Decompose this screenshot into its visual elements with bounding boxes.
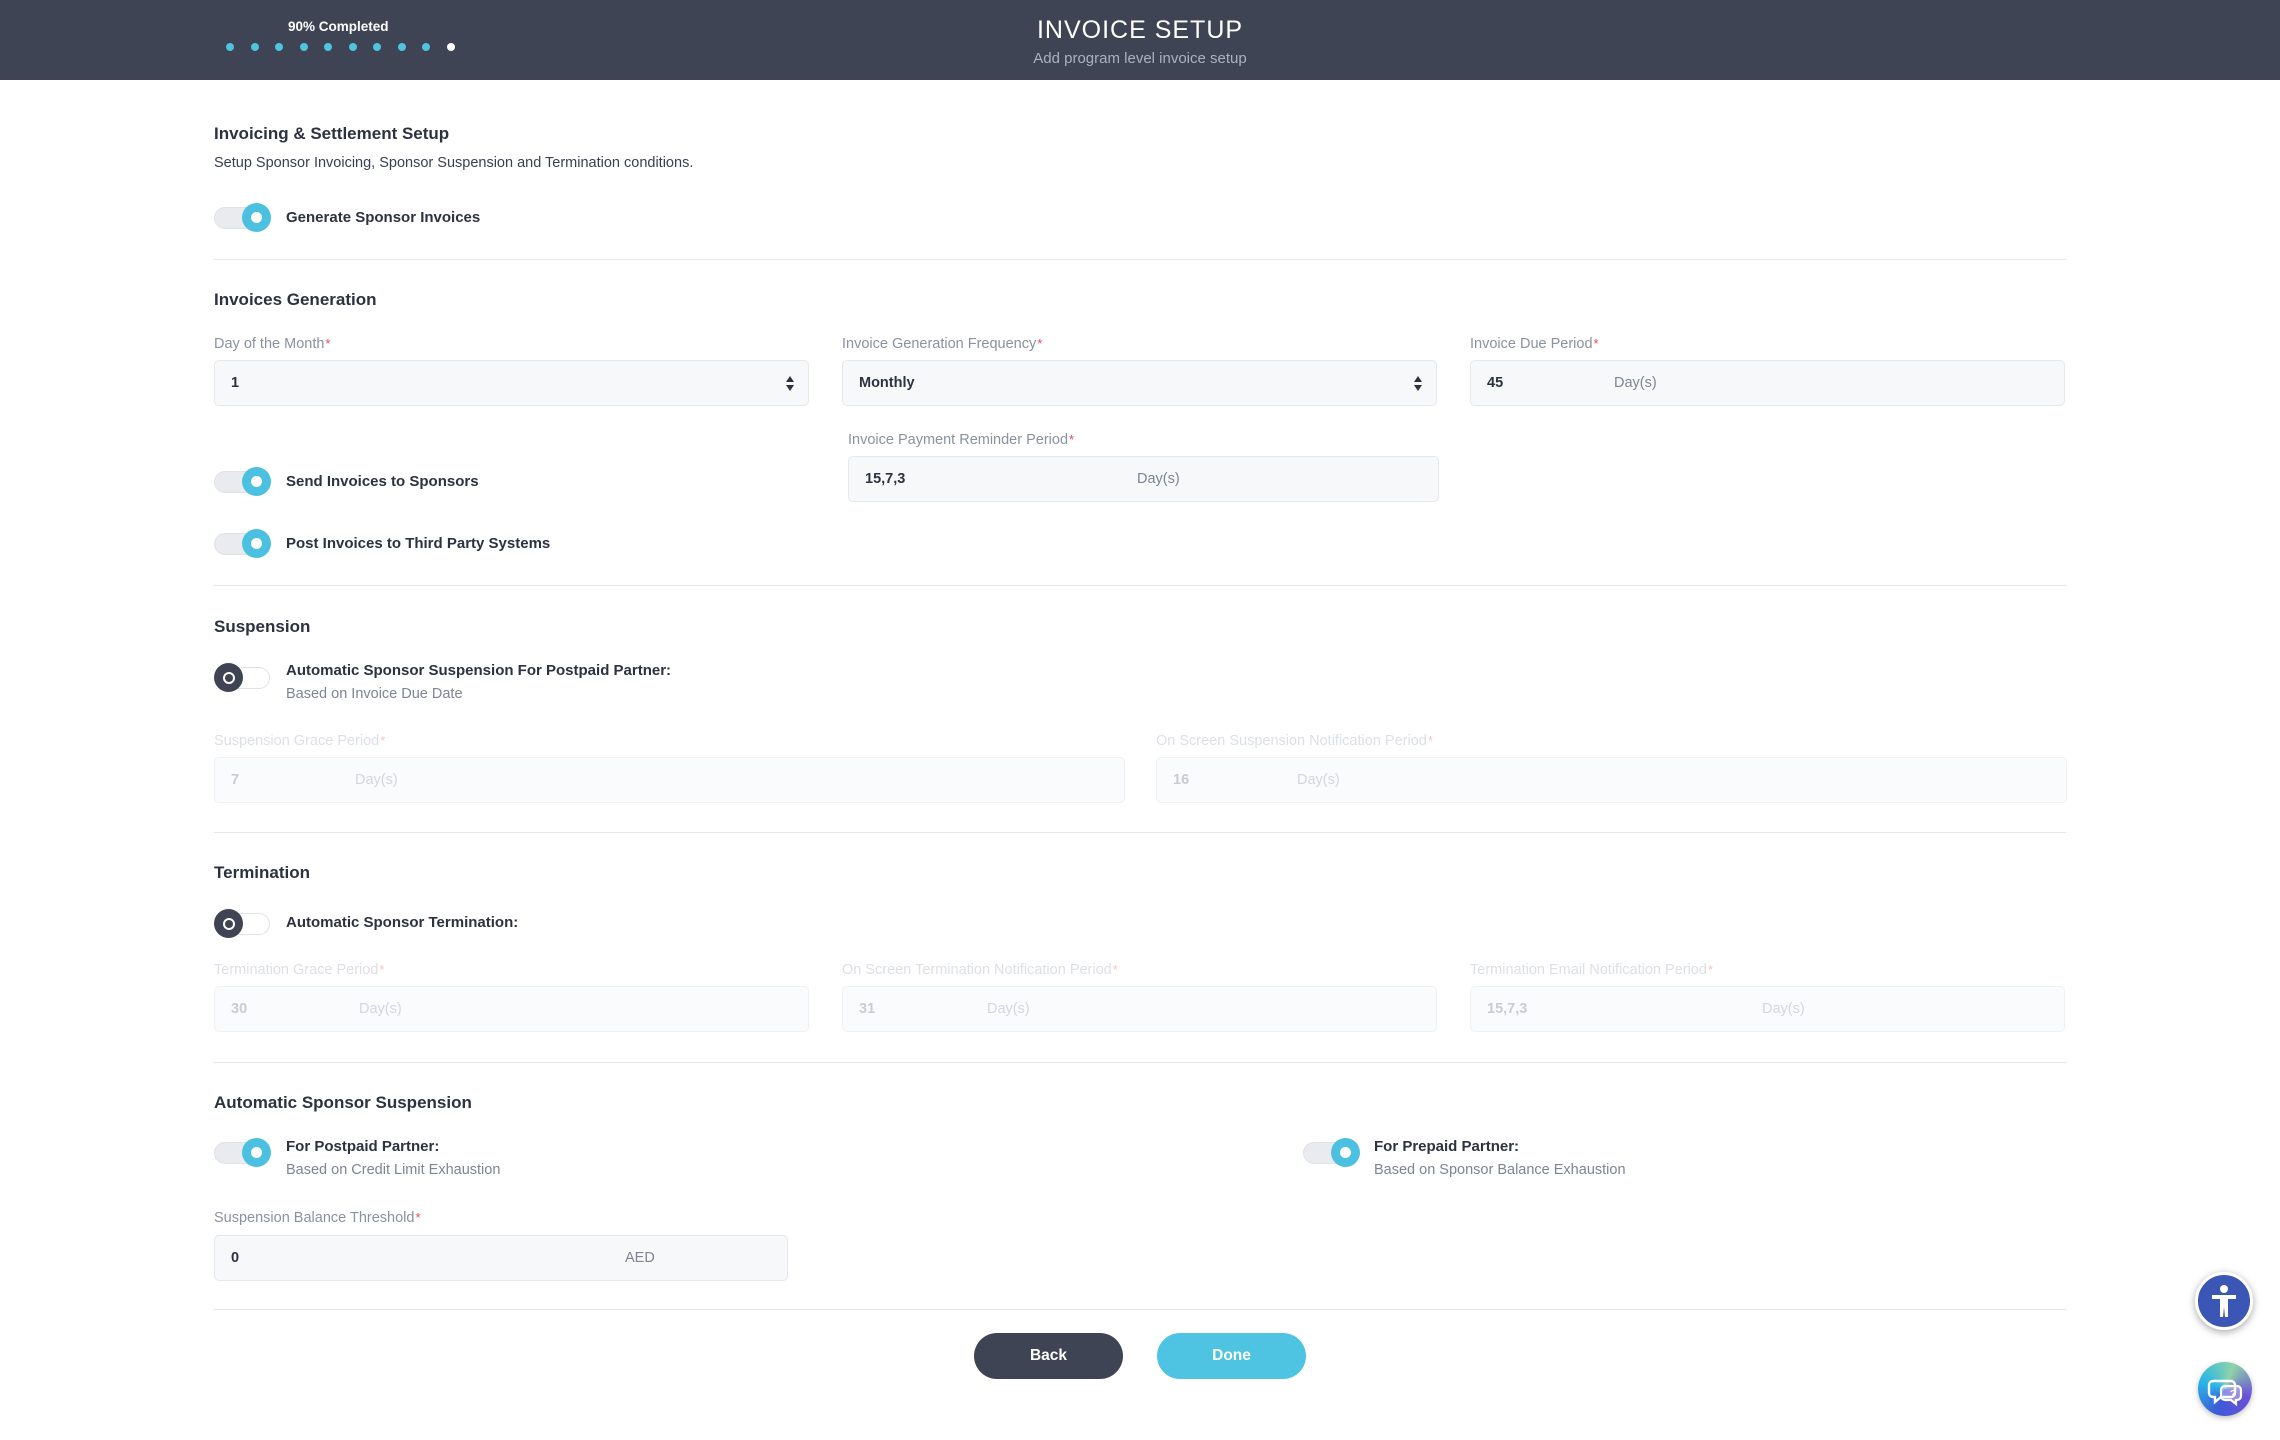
postpaid-sublabel: Based on Credit Limit Exhaustion bbox=[286, 1162, 501, 1178]
divider bbox=[214, 832, 2066, 833]
divider bbox=[214, 1062, 2066, 1063]
termination-grace-label: Termination Grace Period* bbox=[214, 962, 385, 978]
auto-termination-label: Automatic Sponsor Termination: bbox=[286, 914, 519, 931]
balance-threshold-unit: AED bbox=[625, 1250, 655, 1266]
suspension-grace-label: Suspension Grace Period* bbox=[214, 733, 386, 749]
day-of-month-label: Day of the Month* bbox=[214, 336, 331, 352]
postpaid-toggle[interactable] bbox=[214, 1138, 271, 1167]
prepaid-toggle[interactable] bbox=[1303, 1138, 1360, 1167]
prepaid-sublabel: Based on Sponsor Balance Exhaustion bbox=[1374, 1162, 1626, 1178]
auto-termination-toggle[interactable] bbox=[214, 909, 270, 938]
frequency-value: Monthly bbox=[859, 375, 915, 391]
termination-email-unit: Day(s) bbox=[1762, 1001, 1805, 1017]
accessibility-icon bbox=[2212, 1285, 2236, 1317]
auto-suspension-toggle[interactable] bbox=[214, 663, 270, 692]
send-invoices-toggle[interactable] bbox=[214, 467, 271, 496]
termination-email-input[interactable]: 15,7,3 Day(s) bbox=[1470, 986, 2065, 1032]
reminder-period-input[interactable]: 15,7,3 Day(s) bbox=[848, 456, 1439, 502]
due-period-label: Invoice Due Period* bbox=[1470, 336, 1599, 352]
prepaid-label: For Prepaid Partner: bbox=[1374, 1138, 1520, 1155]
auto-suspension-label: Automatic Sponsor Suspension For Postpai… bbox=[286, 662, 672, 679]
due-period-unit: Day(s) bbox=[1614, 375, 1657, 391]
termination-screen-label: On Screen Termination Notification Perio… bbox=[842, 962, 1118, 978]
divider bbox=[214, 585, 2066, 586]
termination-email-label: Termination Email Notification Period* bbox=[1470, 962, 1713, 978]
select-arrows-icon bbox=[1414, 375, 1422, 393]
day-of-month-select[interactable]: 1 bbox=[214, 360, 809, 406]
balance-threshold-input[interactable]: 0 AED bbox=[214, 1235, 788, 1281]
reminder-period-unit: Day(s) bbox=[1137, 471, 1180, 487]
frequency-select[interactable]: Monthly bbox=[842, 360, 1437, 406]
suspension-grace-input[interactable]: 7 Day(s) bbox=[214, 757, 1125, 803]
termination-grace-unit: Day(s) bbox=[359, 1001, 402, 1017]
termination-title: Termination bbox=[214, 863, 311, 882]
generate-invoices-label: Generate Sponsor Invoices bbox=[286, 209, 481, 226]
due-period-value: 45 bbox=[1487, 375, 1504, 391]
done-button[interactable]: Done bbox=[1157, 1333, 1306, 1379]
suspension-notification-input[interactable]: 16 Day(s) bbox=[1156, 757, 2067, 803]
termination-screen-input[interactable]: 31 Day(s) bbox=[842, 986, 1437, 1032]
divider bbox=[214, 1309, 2066, 1310]
frequency-label: Invoice Generation Frequency* bbox=[842, 336, 1043, 352]
suspension-grace-value: 7 bbox=[231, 772, 240, 788]
back-button[interactable]: Back bbox=[974, 1333, 1123, 1379]
termination-email-value: 15,7,3 bbox=[1487, 1001, 1528, 1017]
auto-suspension-sublabel: Based on Invoice Due Date bbox=[286, 686, 463, 702]
suspension-title: Suspension bbox=[214, 617, 311, 636]
invoices-generation-title: Invoices Generation bbox=[214, 290, 377, 309]
page-header: 90% Completed INVOICE SETUP Add program … bbox=[0, 0, 2280, 80]
termination-grace-value: 30 bbox=[231, 1001, 248, 1017]
post-invoices-toggle[interactable] bbox=[214, 529, 271, 558]
balance-threshold-label: Suspension Balance Threshold* bbox=[214, 1210, 421, 1226]
send-invoices-label: Send Invoices to Sponsors bbox=[286, 473, 479, 490]
reminder-period-value: 15,7,3 bbox=[865, 471, 906, 487]
auto-sponsor-suspension-title: Automatic Sponsor Suspension bbox=[214, 1093, 472, 1112]
due-period-input[interactable]: 45 Day(s) bbox=[1470, 360, 2065, 406]
reminder-period-label: Invoice Payment Reminder Period* bbox=[848, 432, 1075, 448]
select-arrows-icon bbox=[786, 375, 794, 393]
day-of-month-value: 1 bbox=[231, 375, 240, 391]
chat-icon: ? bbox=[2207, 1379, 2243, 1407]
accessibility-button[interactable] bbox=[2195, 1272, 2253, 1330]
suspension-grace-unit: Day(s) bbox=[355, 772, 398, 788]
page-title: INVOICE SETUP bbox=[1036, 16, 1244, 44]
balance-threshold-value: 0 bbox=[231, 1250, 240, 1266]
svg-text:?: ? bbox=[2230, 1389, 2236, 1400]
termination-screen-unit: Day(s) bbox=[987, 1001, 1030, 1017]
suspension-notification-value: 16 bbox=[1173, 772, 1190, 788]
termination-grace-input[interactable]: 30 Day(s) bbox=[214, 986, 809, 1032]
divider bbox=[214, 259, 2066, 260]
invoicing-setup-title: Invoicing & Settlement Setup bbox=[214, 124, 450, 143]
invoicing-setup-description: Setup Sponsor Invoicing, Sponsor Suspens… bbox=[214, 155, 694, 171]
post-invoices-label: Post Invoices to Third Party Systems bbox=[286, 535, 551, 552]
termination-screen-value: 31 bbox=[859, 1001, 876, 1017]
suspension-notification-label: On Screen Suspension Notification Period… bbox=[1156, 733, 1433, 749]
suspension-notification-unit: Day(s) bbox=[1297, 772, 1340, 788]
chat-button[interactable]: ? bbox=[2198, 1362, 2252, 1416]
postpaid-label: For Postpaid Partner: bbox=[286, 1138, 440, 1155]
page-subtitle: Add program level invoice setup bbox=[1033, 50, 1247, 67]
generate-invoices-toggle[interactable] bbox=[214, 203, 271, 232]
